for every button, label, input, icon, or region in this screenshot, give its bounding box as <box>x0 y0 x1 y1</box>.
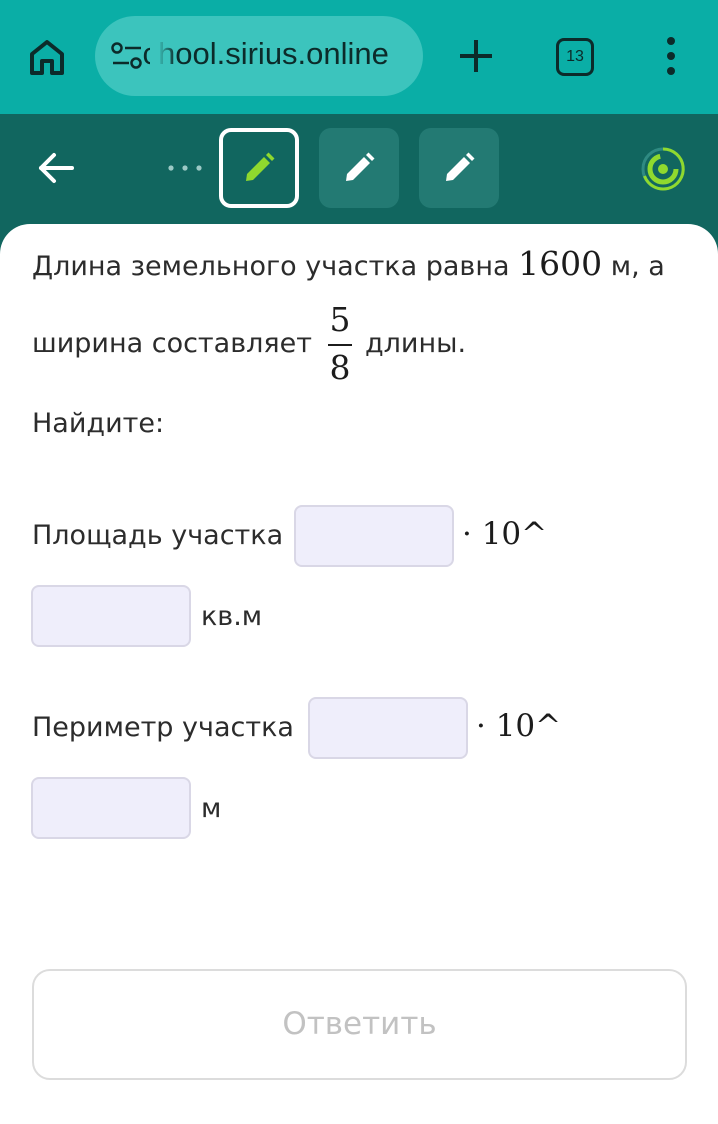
fraction: 5 8 <box>324 300 356 392</box>
pencil-icon <box>446 152 475 181</box>
home-button[interactable] <box>26 36 68 78</box>
address-bar[interactable]: school.sirius.online <box>95 16 423 96</box>
pencil-icon <box>246 152 275 181</box>
browser-toolbar: school.sirius.online 13 <box>0 0 718 114</box>
area-exponent-input[interactable] <box>31 585 191 647</box>
new-tab-button[interactable] <box>456 36 496 76</box>
perimeter-exponent-input[interactable] <box>31 777 191 839</box>
site-settings-icon-overlay <box>111 42 143 70</box>
perimeter-unit: м <box>201 793 222 824</box>
progress-ring-icon[interactable] <box>640 146 686 192</box>
task-card: Длина земельного участка равна 1600 м, а… <box>0 224 718 1124</box>
arrow-left-icon <box>39 153 74 183</box>
area-mantissa-input[interactable] <box>294 505 454 567</box>
tab-switcher-button[interactable]: 13 <box>556 38 594 76</box>
problem-text-1: Длина земельного участка равна <box>32 251 510 282</box>
area-unit: кв.м <box>201 601 263 632</box>
fraction-bar <box>328 344 352 346</box>
plus-icon <box>460 40 492 72</box>
fraction-numerator: 5 <box>329 300 351 339</box>
back-button[interactable] <box>36 148 76 188</box>
ellipsis-icon <box>168 165 202 171</box>
progress-ring-svg <box>641 147 685 191</box>
length-unit: м, а <box>610 251 665 282</box>
home-icon <box>30 40 64 75</box>
fraction-denominator: 8 <box>329 348 351 387</box>
step-button-3[interactable] <box>419 128 499 208</box>
step-button-1[interactable] <box>219 128 299 208</box>
step-button-2[interactable] <box>319 128 399 208</box>
url-fade <box>150 16 176 96</box>
more-steps-button[interactable] <box>166 160 206 174</box>
area-power-of-ten: · 10^ <box>462 516 548 552</box>
problem-tail: длины. <box>365 328 467 359</box>
problem-text-2: ширина составляет <box>32 328 312 359</box>
perimeter-mantissa-input[interactable] <box>308 697 468 759</box>
prompt-text: Найдите: <box>32 408 165 439</box>
area-label: Площадь участка <box>32 520 284 551</box>
browser-menu-button[interactable] <box>660 36 682 76</box>
length-value: 1600 <box>518 244 603 283</box>
more-vertical-icon <box>667 37 675 75</box>
pencil-icon <box>346 152 375 181</box>
problem-line-1: Длина земельного участка равна 1600 м, а <box>32 244 665 283</box>
submit-button[interactable]: Ответить <box>32 969 687 1080</box>
perimeter-label: Периметр участка <box>32 712 294 743</box>
perimeter-power-of-ten: · 10^ <box>476 708 562 744</box>
